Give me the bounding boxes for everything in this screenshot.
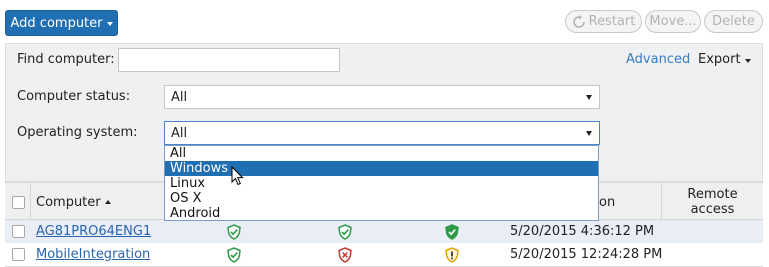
column-header-remote-access[interactable]: Remote access bbox=[662, 183, 763, 221]
protection-status-cell bbox=[445, 220, 459, 243]
column-header-last-connection-label: on bbox=[599, 194, 616, 210]
find-computer-input[interactable] bbox=[118, 48, 340, 72]
restart-button[interactable]: Restart bbox=[565, 10, 642, 33]
mouse-cursor-icon bbox=[231, 166, 244, 186]
protection-status-cell bbox=[227, 243, 241, 266]
os-option-osx[interactable]: OS X bbox=[165, 191, 598, 206]
protection-status-cell bbox=[445, 243, 459, 266]
export-menu[interactable]: Export bbox=[698, 52, 751, 67]
column-header-remote-access-line2: access bbox=[690, 202, 735, 217]
protection-status-cell bbox=[338, 220, 352, 243]
chevron-down-icon bbox=[106, 22, 113, 26]
row-checkbox-cell bbox=[12, 220, 25, 243]
select-all-checkbox[interactable] bbox=[12, 195, 25, 209]
column-header-last-connection[interactable]: on bbox=[599, 183, 615, 221]
dropdown-arrow-icon bbox=[586, 95, 592, 100]
shield-check-icon bbox=[445, 223, 459, 240]
os-option-all[interactable]: All bbox=[165, 146, 598, 161]
toolbar: Add computer Restart Move... Delete bbox=[0, 0, 769, 43]
last-connection-date: 5/20/2015 12:24:28 PM bbox=[510, 247, 663, 262]
delete-button[interactable]: Delete bbox=[704, 10, 763, 33]
shield-check-icon bbox=[227, 223, 241, 240]
last-connection-date: 5/20/2015 4:36:12 PM bbox=[510, 224, 655, 239]
row-checkbox-cell bbox=[12, 243, 25, 266]
os-option-windows[interactable]: Windows bbox=[165, 161, 598, 176]
computer-status-value: All bbox=[171, 89, 188, 105]
shield-error-icon bbox=[338, 246, 352, 263]
shield-check-icon bbox=[338, 223, 352, 240]
computer-name-cell: MobileIntegration bbox=[36, 243, 150, 266]
protection-status-cell bbox=[227, 220, 241, 243]
row-checkbox[interactable] bbox=[12, 248, 25, 261]
operating-system-dropdown-list: All Windows Linux OS X Android bbox=[164, 145, 599, 221]
operating-system-value: All bbox=[171, 125, 188, 141]
last-connection-cell: 5/20/2015 4:36:12 PM bbox=[510, 220, 654, 243]
delete-label: Delete bbox=[712, 14, 755, 29]
advanced-link[interactable]: Advanced bbox=[626, 52, 690, 67]
computer-name-link[interactable]: AG81PRO64ENG1 bbox=[36, 224, 151, 239]
column-header-computer[interactable]: Computer bbox=[36, 183, 111, 221]
shield-check-icon bbox=[227, 246, 241, 263]
protection-status-cell bbox=[338, 243, 352, 266]
move-label: Move... bbox=[649, 14, 697, 29]
row-checkbox[interactable] bbox=[12, 225, 25, 238]
sort-ascending-icon bbox=[104, 200, 111, 204]
export-label: Export bbox=[698, 52, 741, 67]
table-row[interactable]: AG81PRO64ENG1 5/20/2015 4:36:12 PM bbox=[5, 220, 763, 244]
add-computer-label: Add computer bbox=[10, 15, 103, 31]
column-header-computer-label: Computer bbox=[36, 194, 101, 210]
os-option-android[interactable]: Android bbox=[165, 206, 598, 221]
add-computer-button[interactable]: Add computer bbox=[5, 10, 118, 36]
computer-name-link[interactable]: MobileIntegration bbox=[36, 247, 150, 262]
column-header-remote-access-line1: Remote bbox=[687, 187, 738, 202]
move-button[interactable]: Move... bbox=[645, 10, 701, 33]
last-connection-cell: 5/20/2015 12:24:28 PM bbox=[510, 243, 662, 266]
operating-system-label: Operating system: bbox=[17, 125, 138, 140]
column-divider bbox=[30, 183, 31, 221]
computer-status-select[interactable]: All bbox=[164, 85, 600, 109]
restart-label: Restart bbox=[588, 14, 636, 29]
os-option-linux[interactable]: Linux bbox=[165, 176, 598, 191]
chevron-down-icon bbox=[744, 59, 751, 63]
restart-icon bbox=[572, 14, 585, 28]
dropdown-arrow-icon bbox=[586, 131, 592, 136]
operating-system-select[interactable]: All bbox=[164, 121, 600, 145]
find-computer-label: Find computer: bbox=[17, 52, 115, 67]
table-row[interactable]: MobileIntegration 5/20/2015 12:24:28 PM bbox=[5, 243, 763, 267]
shield-warning-icon bbox=[445, 246, 459, 263]
computer-status-label: Computer status: bbox=[17, 89, 131, 104]
computer-name-cell: AG81PRO64ENG1 bbox=[36, 220, 151, 243]
select-all-checkbox-cell bbox=[12, 183, 25, 221]
